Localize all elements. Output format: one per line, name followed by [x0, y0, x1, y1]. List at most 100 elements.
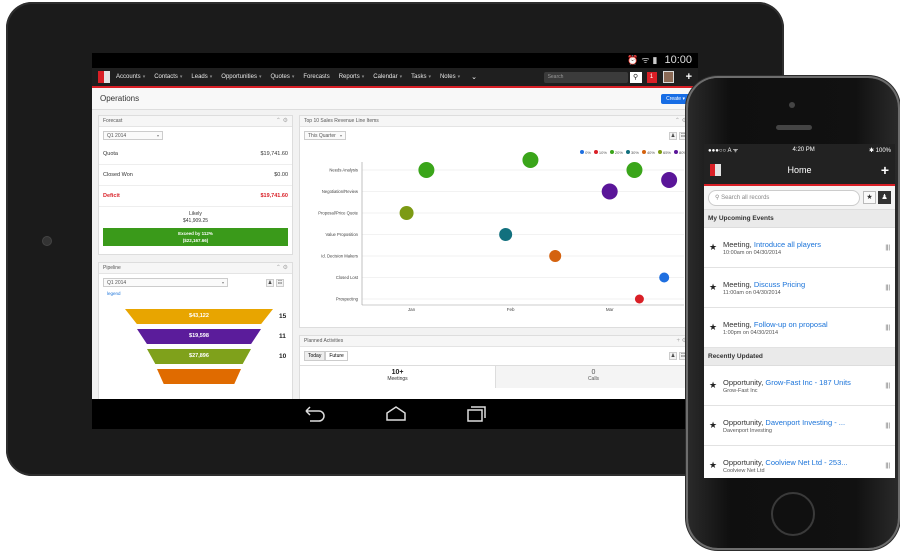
page-header: Operations Create ▾ [92, 88, 698, 110]
bubble-point[interactable] [499, 228, 513, 241]
bubble-point[interactable] [549, 250, 562, 262]
list-item[interactable]: ★ Opportunity, Grow-Fast Inc - 187 Units… [704, 366, 895, 406]
star-icon[interactable]: ★ [709, 380, 723, 391]
back-icon[interactable] [302, 406, 326, 422]
search-row: ⚲ Search all records ★ ♟ [704, 186, 895, 210]
funnel-segment[interactable]: $43,122 [125, 309, 273, 324]
list-item[interactable]: ★ Opportunity, Coolview Net Ltd - 253...… [704, 446, 895, 478]
star-icon[interactable]: ★ [709, 460, 723, 471]
bubble-point[interactable] [601, 183, 618, 200]
star-icon[interactable]: ★ [709, 242, 723, 253]
dashlet-collapse-gear-icon[interactable]: ⌃ ⚙ [276, 263, 288, 274]
bubble-point[interactable] [626, 162, 643, 178]
drag-handle-icon[interactable]: ||| [882, 285, 890, 291]
list-item[interactable]: ★ Meeting, Introduce all players 10:00am … [704, 228, 895, 268]
my-items-user-icon[interactable]: ♟ [878, 191, 891, 204]
user-filter-icon[interactable]: ♟ [669, 131, 677, 140]
tablet-screen: ⏰ ᯤ ▮ 10:00 Accounts ▾ Contacts ▾ Leads ▾ O… [92, 53, 698, 429]
sugar-cube-logo[interactable] [98, 71, 110, 83]
nav-item-tasks[interactable]: Tasks ▾ [411, 74, 431, 80]
dashlet-title: Forecast [103, 118, 123, 124]
phone-speaker [776, 125, 812, 130]
page-title: Operations [100, 94, 140, 103]
dashlet-collapse-gear-icon[interactable]: ⌃ ⚙ [276, 116, 288, 127]
bubble-point[interactable] [418, 162, 435, 178]
user-avatar[interactable] [662, 71, 674, 83]
funnel-segment[interactable]: $19,598 [137, 329, 261, 344]
tablet-device: ⏰ ᯤ ▮ 10:00 Accounts ▾ Contacts ▾ Leads ▾ O… [6, 2, 784, 476]
notification-badge[interactable]: 1 [646, 71, 657, 83]
favorites-star-icon[interactable]: ★ [863, 191, 876, 204]
bubble-point[interactable] [634, 294, 644, 304]
nav-item-calendar[interactable]: Calendar ▾ [373, 74, 402, 80]
create-button[interactable]: Create ▾ [661, 93, 690, 104]
more-modules-chevron-icon[interactable]: ⌄ [471, 73, 477, 81]
bubble-point[interactable] [399, 206, 414, 220]
group-filter-icon[interactable]: ☷ [679, 352, 687, 360]
battery-status: ✱ 100% [868, 147, 891, 154]
tab-today[interactable]: Today [304, 351, 326, 361]
legend-link[interactable]: legend [99, 291, 292, 296]
phone-screen: ●●●○○ A ᯤ 4:20 PM ✱ 100% Home + ⚲ Search… [704, 144, 895, 478]
nav-item-accounts[interactable]: Accounts ▾ [116, 74, 145, 80]
home-icon[interactable] [384, 406, 408, 422]
nav-item-contacts[interactable]: Contacts ▾ [154, 74, 182, 80]
x-tick-label: Jan [408, 307, 416, 312]
bubble-point[interactable] [659, 272, 670, 283]
list-item[interactable]: ★ Meeting, Follow-up on proposal 1:00pm o… [704, 308, 895, 348]
funnel-segment[interactable]: $27,896 [147, 349, 251, 364]
tab-future[interactable]: Future [325, 351, 348, 361]
drag-handle-icon[interactable]: ||| [882, 423, 890, 429]
drag-handle-icon[interactable]: ||| [882, 463, 890, 469]
meetings-tab[interactable]: 10+ Meetings [300, 366, 496, 388]
funnel-count: 11 [279, 333, 286, 340]
group-filter-icon[interactable]: ☷ [679, 131, 687, 140]
nav-item-notes[interactable]: Notes ▾ [440, 74, 460, 80]
drag-handle-icon[interactable]: ||| [882, 245, 890, 251]
global-search-input[interactable]: Search [543, 71, 628, 83]
star-icon[interactable]: ★ [709, 322, 723, 333]
list-item[interactable]: ★ Meeting, Discuss Pricing 11:00am on 04/… [704, 268, 895, 308]
list-item[interactable]: ★ Opportunity, Davenport Investing - ...… [704, 406, 895, 446]
page-title: Home [787, 165, 812, 175]
dashlet-header: Top 10 Sales Revenue Line Items ⌃ ⚙ [300, 116, 691, 127]
user-filter-icon[interactable]: ♟ [266, 278, 274, 287]
status-icons: ⏰ ᯤ ▮ [627, 56, 658, 66]
calls-tab[interactable]: 0 Calls [496, 366, 691, 388]
forecast-period-select[interactable]: Q1 2014 ▾ [103, 131, 163, 140]
nav-item-opportunities[interactable]: Opportunities ▾ [221, 74, 261, 80]
pipeline-period-select[interactable]: Q1 2014 ▾ [103, 278, 228, 287]
nav-item-forecasts[interactable]: Forecasts [303, 74, 329, 80]
top-navigation: Accounts ▾ Contacts ▾ Leads ▾ Opportunities… [92, 68, 698, 88]
funnel-segment[interactable] [157, 369, 241, 384]
likely-summary: Likely $41,909.25 [182, 211, 209, 224]
recents-icon[interactable] [464, 406, 488, 422]
quick-create-plus-icon[interactable]: + [686, 71, 692, 83]
user-filter-icon[interactable]: ♟ [669, 352, 677, 360]
category-label: Value Proposition [325, 232, 358, 237]
dashlet-add-gear-icon[interactable]: + ⚙ [676, 336, 687, 347]
android-status-bar: ⏰ ᯤ ▮ 10:00 [92, 53, 698, 68]
forecast-row-closed-won: Closed Won $0.00 [99, 165, 292, 186]
dashboard: Forecast ⌃ ⚙ Q1 2014 ▾ Quota $19,741.60 Cl… [92, 110, 698, 429]
nav-item-reports[interactable]: Reports ▾ [339, 74, 365, 80]
status-time: 10:00 [664, 54, 692, 66]
forecast-row-deficit: Deficit $19,741.60 [99, 186, 292, 207]
quarter-filter-select[interactable]: This Quarter ▾ [304, 131, 346, 140]
bubble-point[interactable] [661, 172, 678, 188]
search-icon[interactable]: ⚲ [629, 71, 642, 83]
drag-handle-icon[interactable]: ||| [882, 383, 890, 389]
star-icon[interactable]: ★ [709, 420, 723, 431]
drag-handle-icon[interactable]: ||| [882, 325, 890, 331]
phone-home-button[interactable] [771, 492, 815, 536]
bubble-point[interactable] [522, 152, 539, 168]
category-label: Id. Decision Makers [321, 254, 358, 259]
star-icon[interactable]: ★ [709, 282, 723, 293]
group-filter-icon[interactable]: ☷ [276, 278, 284, 287]
dashlet-header: Forecast ⌃ ⚙ [99, 116, 292, 127]
dashlet-collapse-gear-icon[interactable]: ⌃ ⚙ [675, 116, 687, 127]
nav-item-leads[interactable]: Leads ▾ [191, 74, 212, 80]
create-plus-icon[interactable]: + [881, 162, 889, 178]
search-input[interactable]: ⚲ Search all records [708, 189, 860, 206]
nav-item-quotes[interactable]: Quotes ▾ [270, 74, 294, 80]
